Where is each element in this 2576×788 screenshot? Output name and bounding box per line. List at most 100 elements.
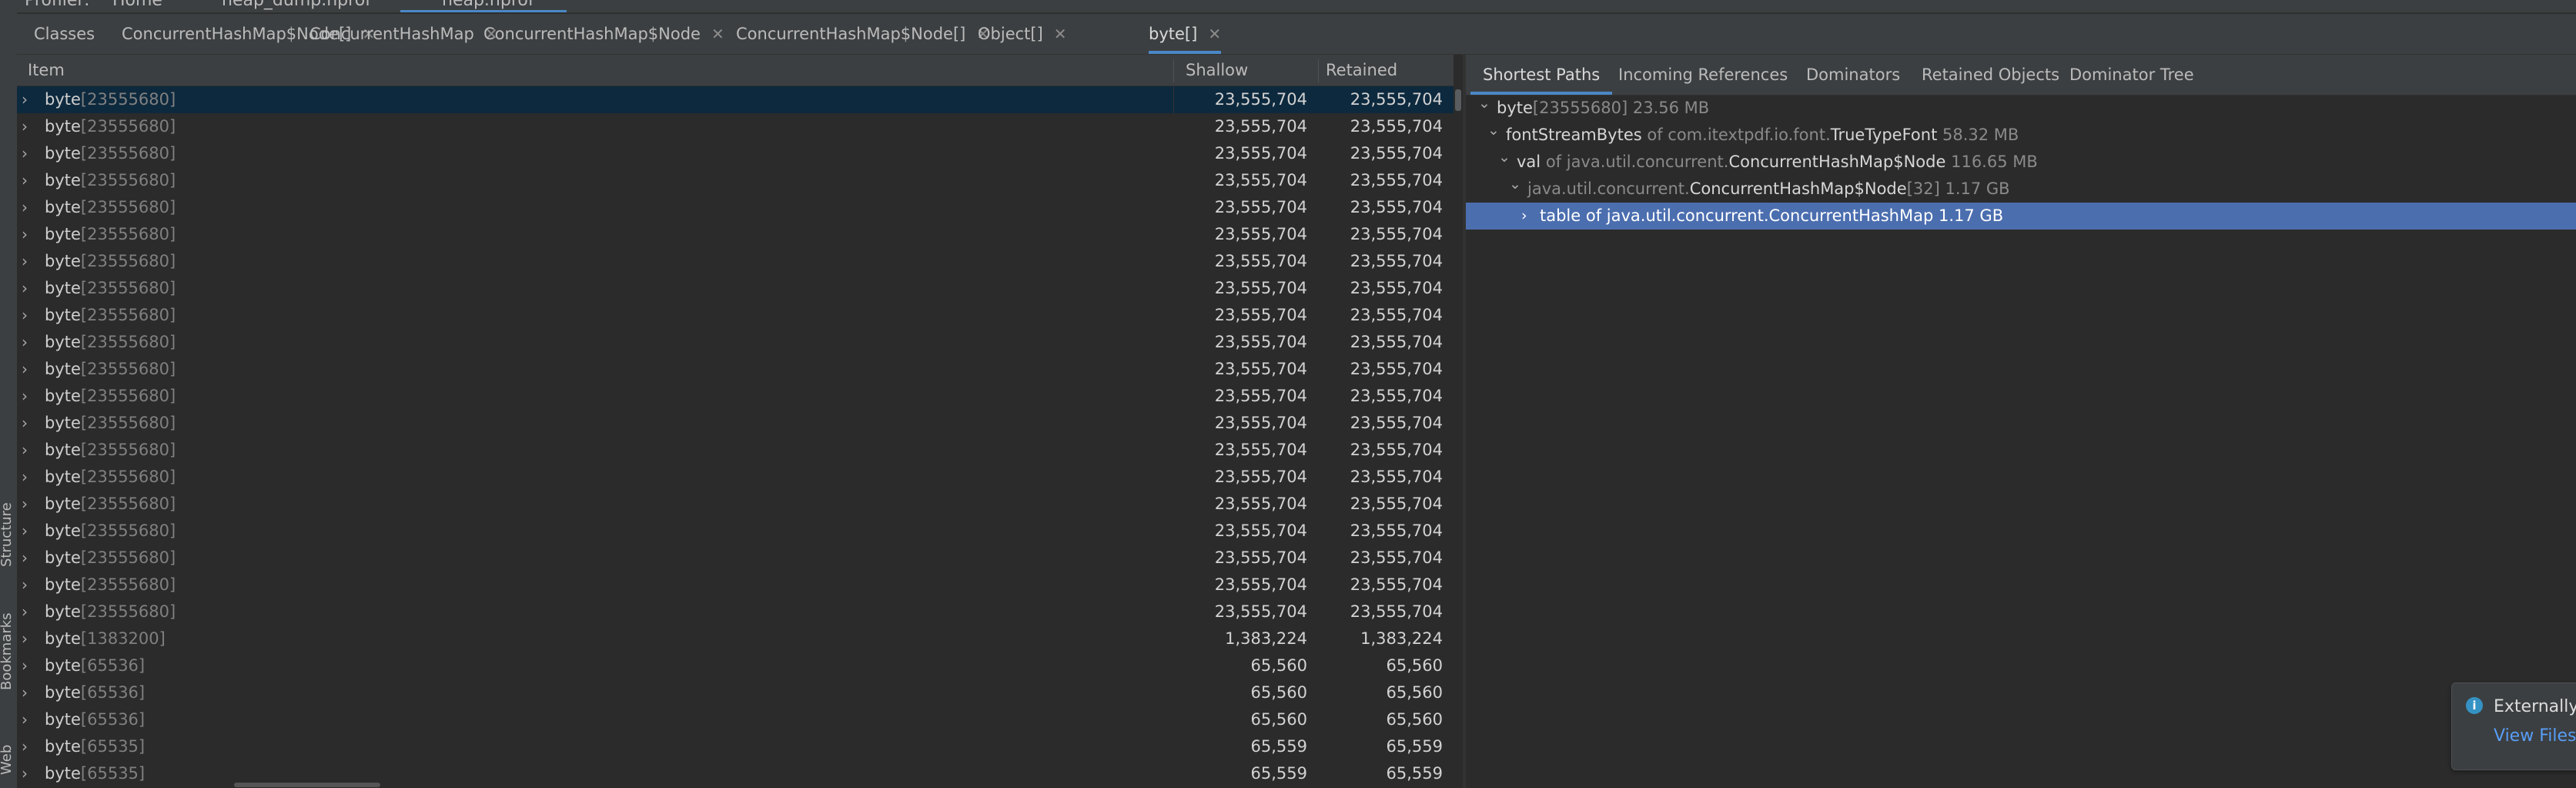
chevron-down-icon[interactable]: ⌄	[1487, 117, 1500, 144]
table-row[interactable]: › byte[23555680] 23,555,704 23,555,704	[17, 383, 1454, 410]
chevron-right-icon[interactable]: ›	[22, 194, 28, 221]
chevron-right-icon[interactable]: ›	[22, 652, 28, 679]
table-row[interactable]: › byte[23555680] 23,555,704 23,555,704	[17, 437, 1454, 464]
tree-node[interactable]: ⌄ fontStreamBytes of com.itextpdf.io.font…	[1466, 122, 2576, 149]
table-row[interactable]: › byte[23555680] 23,555,704 23,555,704	[17, 410, 1454, 437]
table-row[interactable]: › byte[23555680] 23,555,704 23,555,704	[17, 356, 1454, 383]
tab-3[interactable]: ConcurrentHashMap$Node ✕	[483, 14, 724, 54]
table-row[interactable]: › byte[65536] 65,560 65,560	[17, 652, 1454, 679]
table-row[interactable]: › byte[23555680] 23,555,704 23,555,704	[17, 194, 1454, 221]
table-row[interactable]: › byte[1383200] 1,383,224 1,383,224	[17, 625, 1454, 652]
table-vertical-scrollbar[interactable]	[1454, 86, 1463, 788]
row-array-length: [23555680]	[80, 225, 176, 243]
row-item-name: byte[23555680]	[45, 464, 176, 491]
window-tab-heap[interactable]: heap.hprof	[442, 0, 534, 10]
chevron-down-icon[interactable]: ⌄	[1509, 171, 1521, 198]
chevron-right-icon[interactable]: ›	[22, 545, 28, 572]
table-row[interactable]: › byte[23555680] 23,555,704 23,555,704	[17, 248, 1454, 275]
chevron-right-icon[interactable]: ›	[22, 113, 28, 140]
chevron-right-icon[interactable]: ›	[22, 572, 28, 599]
tree-node[interactable]: ⌄ byte[23555680] 23.56 MB	[1466, 95, 2576, 122]
column-header-shallow[interactable]: Shallow	[1186, 55, 1248, 86]
row-array-length: [23555680]	[80, 521, 176, 540]
column-header-retained[interactable]: Retained	[1326, 55, 1397, 86]
bookmarks-tool-button[interactable]: Bookmarks	[0, 612, 15, 690]
row-retained-size: 23,555,704	[1350, 225, 1443, 243]
chevron-right-icon[interactable]: ›	[22, 518, 28, 545]
view-files-link[interactable]: View Files	[2494, 726, 2576, 746]
table-row[interactable]: › byte[23555680] 23,555,704 23,555,704	[17, 518, 1454, 545]
row-retained-size: 23,555,704	[1350, 495, 1443, 513]
chevron-right-icon[interactable]: ›	[22, 383, 28, 410]
tab-retained-objects[interactable]: Retained Objects	[1922, 55, 2059, 95]
table-row[interactable]: › byte[23555680] 23,555,704 23,555,704	[17, 167, 1454, 194]
window-tab-heap-dump[interactable]: heap_dump.hprof	[222, 0, 371, 10]
table-row[interactable]: › byte[65536] 65,560 65,560	[17, 706, 1454, 733]
chevron-right-icon[interactable]: ›	[22, 706, 28, 733]
window-tab-home[interactable]: Home	[112, 0, 162, 10]
chevron-right-icon[interactable]: ›	[22, 140, 28, 167]
tab-dominator-tree[interactable]: Dominator Tree	[2069, 55, 2194, 95]
tree-node[interactable]: › table of java.util.concurrent.Concurren…	[1466, 203, 2576, 230]
table-row[interactable]: › byte[23555680] 23,555,704 23,555,704	[17, 329, 1454, 356]
table-row[interactable]: › byte[23555680] 23,555,704 23,555,704	[17, 599, 1454, 625]
row-class-name: byte	[45, 252, 81, 270]
close-icon[interactable]: ✕	[1208, 25, 1221, 43]
structure-tool-button[interactable]: Structure	[0, 502, 15, 567]
chevron-right-icon[interactable]: ›	[22, 275, 28, 302]
tree-node[interactable]: ⌄ val of java.util.concurrent.ConcurrentH…	[1466, 149, 2576, 176]
chevron-right-icon[interactable]: ›	[22, 248, 28, 275]
table-row[interactable]: › byte[65535] 65,559 65,559	[17, 733, 1454, 760]
column-divider[interactable]	[1173, 59, 1174, 82]
chevron-right-icon[interactable]: ›	[22, 679, 28, 706]
chevron-right-icon[interactable]: ›	[22, 491, 28, 518]
window-tab-profiler[interactable]: Profiler:	[25, 0, 89, 10]
table-row[interactable]: › byte[23555680] 23,555,704 23,555,704	[17, 275, 1454, 302]
table-row[interactable]: › byte[23555680] 23,555,704 23,555,704	[17, 572, 1454, 599]
chevron-right-icon[interactable]: ›	[1521, 203, 1527, 230]
tab-2[interactable]: ConcurrentHashMap ✕	[309, 14, 498, 54]
chevron-right-icon[interactable]: ›	[22, 410, 28, 437]
table-row[interactable]: › byte[23555680] 23,555,704 23,555,704	[17, 113, 1454, 140]
chevron-right-icon[interactable]: ›	[22, 733, 28, 760]
tree-node[interactable]: ⌄ java.util.concurrent.ConcurrentHashMap$…	[1466, 176, 2576, 203]
chevron-right-icon[interactable]: ›	[22, 86, 28, 113]
scrollbar-thumb[interactable]	[1455, 89, 1461, 111]
tab-dominators[interactable]: Dominators	[1806, 55, 1900, 95]
chevron-right-icon[interactable]: ›	[22, 221, 28, 248]
table-row[interactable]: › byte[23555680] 23,555,704 23,555,704	[17, 140, 1454, 167]
chevron-right-icon[interactable]: ›	[22, 464, 28, 491]
close-icon[interactable]: ✕	[1054, 25, 1067, 43]
table-row[interactable]: › byte[65535] 65,559 65,559	[17, 760, 1454, 787]
tab-6[interactable]: byte[] ✕	[1149, 14, 1222, 54]
chevron-right-icon[interactable]: ›	[22, 437, 28, 464]
chevron-right-icon[interactable]: ›	[22, 167, 28, 194]
tab-shortest-paths[interactable]: Shortest Paths	[1470, 55, 1613, 95]
tab-4[interactable]: ConcurrentHashMap$Node[] ✕	[736, 14, 989, 54]
chevron-right-icon[interactable]: ›	[22, 329, 28, 356]
table-row[interactable]: › byte[23555680] 23,555,704 23,555,704	[17, 545, 1454, 572]
chevron-right-icon[interactable]: ›	[22, 599, 28, 625]
chevron-down-icon[interactable]: ⌄	[1478, 90, 1490, 117]
row-retained-size: 65,560	[1386, 656, 1443, 675]
table-row[interactable]: › byte[23555680] 23,555,704 23,555,704	[17, 86, 1454, 113]
table-horizontal-scrollbar[interactable]	[234, 783, 380, 787]
table-row[interactable]: › byte[65536] 65,560 65,560	[17, 679, 1454, 706]
table-row[interactable]: › byte[23555680] 23,555,704 23,555,704	[17, 491, 1454, 518]
tab-incoming-references[interactable]: Incoming References	[1618, 55, 1788, 95]
web-tool-button[interactable]: Web	[0, 745, 15, 775]
column-divider[interactable]	[1318, 59, 1319, 82]
table-row[interactable]: › byte[23555680] 23,555,704 23,555,704	[17, 302, 1454, 329]
chevron-right-icon[interactable]: ›	[22, 302, 28, 329]
chevron-right-icon[interactable]: ›	[22, 760, 28, 787]
chevron-right-icon[interactable]: ›	[22, 356, 28, 383]
info-icon: i	[2466, 697, 2483, 714]
table-row[interactable]: › byte[23555680] 23,555,704 23,555,704	[17, 221, 1454, 248]
tab-5[interactable]: Object[] ✕	[978, 14, 1067, 54]
table-row[interactable]: › byte[23555680] 23,555,704 23,555,704	[17, 464, 1454, 491]
chevron-down-icon[interactable]: ⌄	[1498, 144, 1510, 171]
tab-0[interactable]: Classes	[34, 14, 95, 54]
close-icon[interactable]: ✕	[711, 25, 724, 43]
chevron-right-icon[interactable]: ›	[22, 625, 28, 652]
column-header-item[interactable]: Item	[28, 55, 65, 86]
